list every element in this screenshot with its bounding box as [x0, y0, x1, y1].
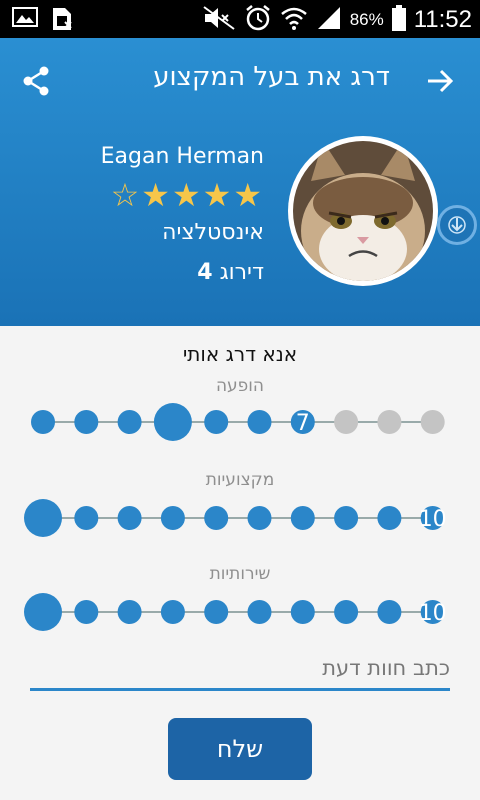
star-filled-icon: ★: [141, 176, 172, 214]
slider-step-professionalism[interactable]: [334, 506, 359, 530]
slider-step-professionalism[interactable]: [247, 506, 272, 530]
rating-label: דירוג: [219, 260, 264, 285]
slider-step-appearance[interactable]: [420, 410, 445, 434]
arrow-right-icon[interactable]: [426, 68, 454, 98]
profile-header: דרג את בעל המקצוע Eagan Herman ☆★★★★ אינ…: [0, 38, 480, 326]
slider-step-professionalism[interactable]: [24, 499, 62, 537]
comment-input[interactable]: כתב חוות דעת: [30, 656, 450, 691]
alarm-icon: [244, 4, 272, 36]
avatar-photo: [293, 141, 433, 281]
battery-icon: [391, 5, 406, 35]
slider-step-appearance[interactable]: [117, 410, 142, 434]
slider-step-appearance[interactable]: [334, 410, 359, 434]
slider-step-service[interactable]: [24, 593, 62, 631]
slider-step-professionalism[interactable]: [204, 506, 229, 530]
star-filled-icon: ★: [233, 176, 264, 214]
avatar: [288, 136, 438, 286]
slider-step-appearance[interactable]: [31, 410, 55, 434]
slider-step-service[interactable]: [74, 600, 99, 624]
slider-step-professionalism[interactable]: [377, 506, 402, 530]
slider-step-service[interactable]: [117, 600, 142, 624]
signal-icon: [316, 5, 342, 35]
slider-step-service[interactable]: [290, 600, 315, 624]
slider-step-professionalism[interactable]: [290, 506, 315, 530]
provider-rating: דירוג 4: [197, 260, 264, 285]
send-button[interactable]: שלח: [168, 718, 312, 780]
battery-percent: 86%: [349, 10, 384, 29]
slider-step-appearance[interactable]: [153, 403, 192, 441]
status-bar: 86% 11:52: [0, 0, 480, 38]
download-button[interactable]: [437, 205, 477, 245]
slider-step-professionalism[interactable]: [160, 506, 185, 530]
slider-step-service[interactable]: [334, 600, 359, 624]
slider-step-service[interactable]: [377, 600, 402, 624]
slider-value-service: 10: [419, 601, 447, 626]
wifi-icon: [280, 5, 308, 35]
slider-step-service[interactable]: [160, 600, 185, 624]
image-icon: [12, 6, 38, 36]
slider-step-appearance[interactable]: [247, 410, 272, 434]
slider-step-service[interactable]: [204, 600, 229, 624]
provider-category: אינסטלציה: [162, 220, 264, 245]
download-icon: [448, 214, 466, 240]
star-filled-icon: ★: [171, 176, 203, 214]
slider-step-appearance[interactable]: [377, 410, 402, 434]
slider-step-service[interactable]: [247, 600, 272, 624]
slider-step-appearance[interactable]: [74, 410, 99, 434]
star-rating: ☆★★★★: [111, 176, 264, 214]
sim-card-icon: [50, 6, 74, 36]
rating-value: 4: [197, 260, 213, 285]
slider-step-professionalism[interactable]: [117, 506, 142, 530]
slider-step-appearance[interactable]: [204, 410, 229, 434]
rating-sliders: 7 10 10: [24, 403, 447, 631]
star-empty-icon: ☆: [110, 176, 142, 214]
provider-name: Eagan Herman: [100, 144, 264, 169]
slider-value-professionalism: 10: [419, 507, 447, 532]
slider-value-appearance: 7: [296, 411, 310, 436]
mute-icon: [202, 5, 236, 35]
star-filled-icon: ★: [202, 176, 234, 214]
slider-step-professionalism[interactable]: [74, 506, 99, 530]
rating-form: אנא דרג אותי הופעה מקצועיות שירותיות 7 10…: [0, 326, 480, 800]
clock: 11:52: [413, 6, 472, 33]
share-icon[interactable]: [22, 66, 50, 100]
page-title: דרג את בעל המקצוע: [153, 62, 390, 92]
